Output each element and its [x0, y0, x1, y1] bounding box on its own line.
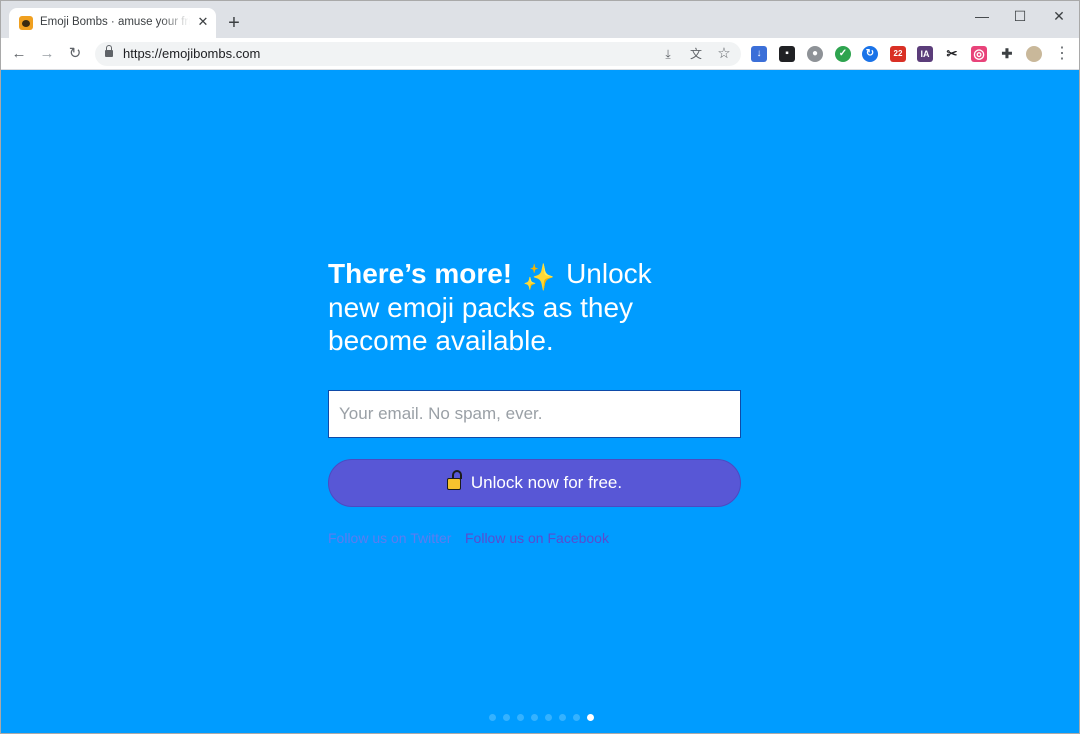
pagination-dot[interactable]: [559, 714, 566, 721]
tabs-extension-icon[interactable]: ▪: [779, 46, 795, 62]
favicon-icon: [19, 16, 33, 30]
close-window-button[interactable]: ✕: [1046, 6, 1072, 26]
download-extension-icon[interactable]: ↓: [751, 46, 767, 62]
headline: There’s more! ✨ Unlock new emoji packs a…: [328, 257, 688, 357]
tab-strip: Emoji Bombs · amuse your friends ✕ + — ☐…: [1, 1, 1079, 38]
forward-button[interactable]: →: [35, 42, 59, 66]
scissors-extension-icon[interactable]: ✂: [944, 46, 960, 62]
pagination-dot[interactable]: [587, 714, 594, 721]
ia-extension-icon[interactable]: IA: [917, 46, 933, 62]
close-tab-icon[interactable]: ✕: [195, 14, 211, 30]
address-bar[interactable]: https://emojibombs.com ⤓ 文 ☆: [95, 42, 741, 66]
url-text[interactable]: https://emojibombs.com: [123, 46, 260, 61]
new-tab-button[interactable]: +: [224, 13, 244, 33]
browser-window: Emoji Bombs · amuse your friends ✕ + — ☐…: [0, 0, 1080, 734]
sparkle-icon: ✨: [522, 262, 556, 292]
pagination-dot[interactable]: [573, 714, 580, 721]
reload-button[interactable]: ↻: [63, 42, 87, 66]
pagination-dot[interactable]: [503, 714, 510, 721]
notification-extension-icon[interactable]: 22: [890, 46, 906, 62]
bookmark-star-icon[interactable]: ☆: [715, 45, 733, 63]
profile-avatar[interactable]: [1026, 46, 1042, 62]
puzzle-extension-icon[interactable]: ✚: [999, 46, 1015, 62]
back-button[interactable]: ←: [7, 42, 31, 66]
maximize-button[interactable]: ☐: [1007, 6, 1033, 26]
refresh-extension-icon[interactable]: ↻: [862, 46, 878, 62]
unlock-button[interactable]: Unlock now for free.: [328, 459, 741, 507]
cookie-extension-icon[interactable]: ●: [807, 46, 823, 62]
follow-facebook-link[interactable]: Follow us on Facebook: [465, 530, 609, 546]
pagination-dot[interactable]: [531, 714, 538, 721]
target-extension-icon[interactable]: ◎: [971, 46, 987, 62]
tab-emoji-bombs[interactable]: Emoji Bombs · amuse your friends ✕: [9, 8, 216, 38]
browser-toolbar: ← → ↻ https://emojibombs.com ⤓ 文 ☆ ↓ ▪ ●…: [1, 38, 1079, 70]
pagination-dot[interactable]: [545, 714, 552, 721]
pagination-dot[interactable]: [517, 714, 524, 721]
unlock-button-label: Unlock now for free.: [470, 473, 623, 492]
menu-icon[interactable]: ⋮: [1050, 42, 1074, 66]
translate-icon[interactable]: 文: [687, 45, 705, 63]
page-content: There’s more! ✨ Unlock new emoji packs a…: [1, 70, 1079, 733]
pagination-dot[interactable]: [489, 714, 496, 721]
headline-bold: There’s more!: [328, 258, 513, 289]
email-field[interactable]: [328, 390, 741, 438]
lock-icon[interactable]: [105, 45, 113, 58]
lock-icon: [446, 470, 463, 490]
minimize-button[interactable]: —: [969, 6, 995, 26]
install-icon[interactable]: ⤓: [659, 45, 677, 63]
follow-twitter-link[interactable]: Follow us on Twitter: [328, 530, 451, 546]
check-extension-icon[interactable]: ✓: [835, 46, 851, 62]
tab-title: Emoji Bombs · amuse your friends: [40, 16, 190, 28]
